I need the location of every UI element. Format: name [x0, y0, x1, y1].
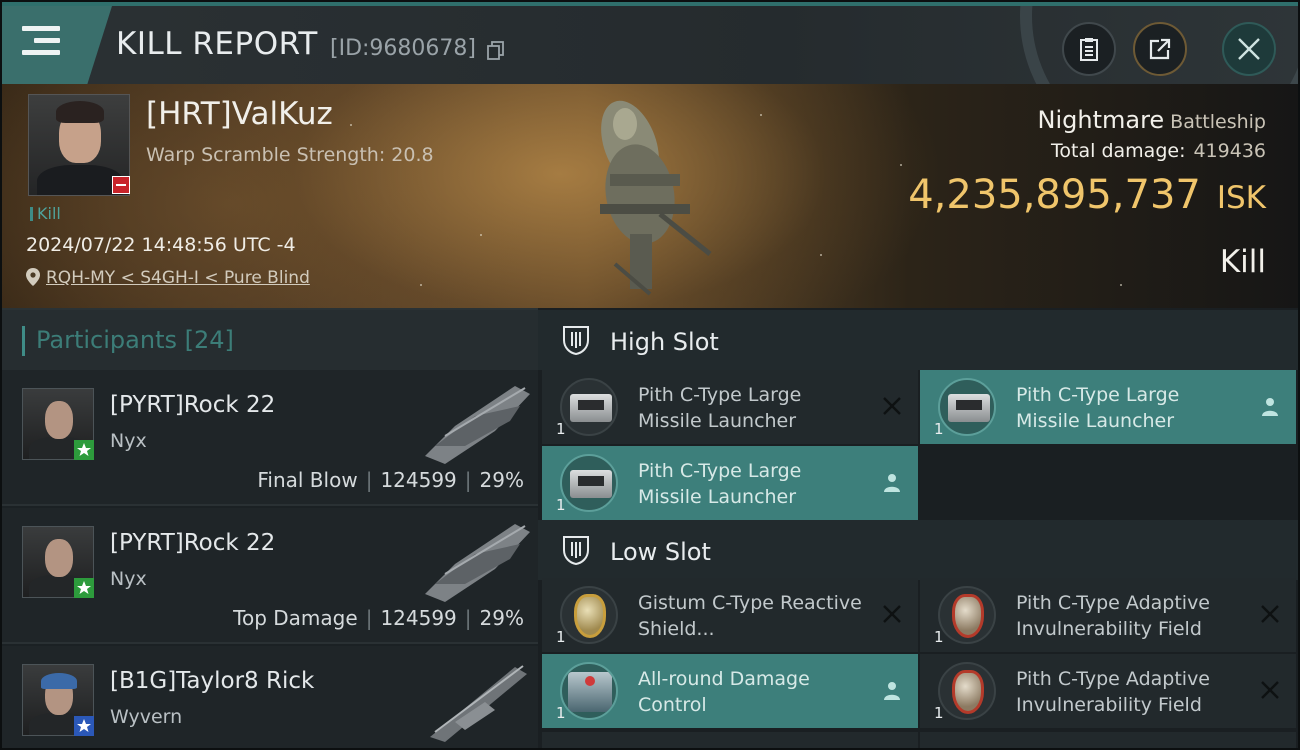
high-slot-icon — [563, 326, 589, 356]
low-slot-label: Low Slot — [610, 538, 711, 566]
report-id: [ID:9680678] — [330, 36, 476, 61]
kill-tag: Kill — [30, 204, 61, 223]
destroyed-x-icon — [1261, 605, 1279, 623]
participant-name: [PYRT]Rock 22 — [110, 392, 276, 418]
low-slot-icon — [563, 536, 589, 566]
kill-result: Kill — [1219, 244, 1266, 280]
participant-name: [PYRT]Rock 22 — [110, 530, 276, 556]
total-damage: Total damage: 419436 — [1051, 140, 1266, 162]
low-slot-header: Low Slot — [538, 520, 1300, 580]
location-pin-icon — [26, 268, 40, 286]
close-button[interactable] — [1222, 22, 1276, 76]
fitting-panel: High Slot 1 Pith C-Type Large Missile La… — [538, 308, 1300, 750]
module-item[interactable]: 1 Gistum C-Type Reactive Shield... — [542, 578, 918, 652]
friendly-standing-star-icon — [74, 578, 94, 598]
destroyed-x-icon — [883, 397, 901, 415]
participant-ship-image — [425, 386, 530, 464]
participants-panel: Participants [24] [PYRT]Rock 22 Nyx Fina… — [0, 308, 538, 750]
participant-stats: Final Blow | 124599 | 29% — [257, 468, 524, 492]
hostile-standing-icon — [112, 176, 130, 194]
ship-name: Nightmare — [1037, 106, 1165, 134]
module-item[interactable]: 1 Pith C-Type Large Missile Launcher — [542, 370, 918, 444]
ship-class: Battleship — [1170, 111, 1266, 133]
participant-row[interactable]: [PYRT]Rock 22 Nyx Final Blow | 124599 | 29% — [0, 370, 538, 506]
missile-launcher-icon — [948, 394, 990, 422]
dropped-person-icon — [884, 474, 900, 492]
participant-row[interactable]: [B1G]Taylor8 Rick Wyvern — [0, 646, 538, 750]
total-damage-value: 419436 — [1193, 140, 1266, 162]
kill-location[interactable]: RQH-MY < S4GH-I < Pure Blind — [26, 268, 310, 288]
participant-ship-image — [425, 524, 530, 602]
share-icon — [1149, 38, 1171, 60]
destroyed-x-icon — [1261, 681, 1279, 699]
kill-summary-banner: [HRT]ValKuz Warp Scramble Strength: 20.8… — [0, 84, 1300, 308]
damage-control-icon — [568, 672, 612, 712]
module-item[interactable]: 1 Pith C-Type Adaptive Invulnerability F… — [920, 654, 1296, 728]
dropped-person-icon — [884, 682, 900, 700]
module-item-partial[interactable] — [920, 732, 1296, 750]
hamburger-menu-icon — [22, 26, 60, 58]
invulnerability-field-icon — [952, 670, 984, 714]
victim-ship-image[interactable] — [560, 84, 730, 304]
module-name: Pith C-Type Adaptive Invulnerability Fie… — [1016, 592, 1210, 640]
isk-amount: 4,235,895,737 — [908, 172, 1201, 218]
warp-scramble-strength: Warp Scramble Strength: 20.8 — [146, 144, 434, 166]
participants-label: Participants — [36, 326, 177, 354]
participant-name: [B1G]Taylor8 Rick — [110, 668, 315, 694]
high-slot-header: High Slot — [538, 310, 1300, 370]
isk-unit: ISK — [1216, 180, 1266, 216]
module-name: Pith C-Type Large Missile Launcher — [1016, 384, 1180, 432]
module-item[interactable]: 1 Pith C-Type Adaptive Invulnerability F… — [920, 578, 1296, 652]
high-slot-label: High Slot — [610, 328, 719, 356]
participant-stats: Top Damage | 124599 | 29% — [233, 606, 524, 630]
clipboard-button[interactable] — [1062, 22, 1116, 76]
page-title: KILL REPORT — [116, 26, 318, 62]
location-link[interactable]: RQH-MY < S4GH-I < Pure Blind — [46, 268, 310, 288]
participant-damage: 124599 — [380, 606, 457, 630]
destroyed-x-icon — [883, 605, 901, 623]
participant-row[interactable]: [PYRT]Rock 22 Nyx Top Damage | 124599 | 29% — [0, 508, 538, 644]
module-name: All-round Damage Control — [638, 668, 810, 716]
participant-role: Final Blow — [257, 468, 358, 492]
participant-percent: 29% — [479, 468, 524, 492]
participants-header[interactable]: Participants [24] — [0, 308, 538, 370]
module-item[interactable]: 1 All-round Damage Control — [542, 654, 918, 728]
close-icon — [1238, 38, 1260, 60]
participant-role: Top Damage — [233, 606, 358, 630]
clipboard-icon — [1080, 38, 1098, 61]
victim-name[interactable]: [HRT]ValKuz — [146, 96, 333, 132]
participants-count: [24] — [184, 326, 234, 354]
shield-hardener-icon — [574, 594, 606, 638]
menu-button[interactable] — [0, 6, 112, 84]
participant-ship: Nyx — [110, 568, 147, 590]
module-name: Pith C-Type Large Missile Launcher — [638, 384, 802, 432]
isk-value: 4,235,895,737 ISK — [908, 172, 1266, 218]
module-name: Gistum C-Type Reactive Shield... — [638, 592, 862, 640]
module-name: Pith C-Type Large Missile Launcher — [638, 460, 802, 508]
share-button[interactable] — [1133, 22, 1187, 76]
kill-datetime: 2024/07/22 14:48:56 UTC -4 — [26, 234, 296, 256]
participant-ship-image — [430, 665, 527, 742]
missile-launcher-icon — [570, 394, 612, 422]
participant-ship: Wyvern — [110, 706, 183, 728]
title-bar: KILL REPORT [ID:9680678] — [0, 0, 1300, 90]
module-item-partial[interactable] — [542, 732, 918, 750]
friendly-standing-star-icon — [74, 440, 94, 460]
module-item[interactable]: 1 Pith C-Type Large Missile Launcher — [542, 446, 918, 520]
total-damage-label: Total damage: — [1051, 140, 1186, 162]
victim-ship[interactable]: Nightmare Battleship — [1038, 106, 1267, 134]
module-name: Pith C-Type Adaptive Invulnerability Fie… — [1016, 668, 1210, 716]
participant-percent: 29% — [479, 606, 524, 630]
participant-ship: Nyx — [110, 430, 147, 452]
dropped-person-icon — [1262, 398, 1278, 416]
corp-standing-star-icon — [74, 716, 94, 736]
copy-icon[interactable] — [487, 41, 505, 61]
invulnerability-field-icon — [952, 594, 984, 638]
module-item[interactable]: 1 Pith C-Type Large Missile Launcher — [920, 370, 1296, 444]
missile-launcher-icon — [570, 470, 612, 498]
participant-damage: 124599 — [380, 468, 457, 492]
